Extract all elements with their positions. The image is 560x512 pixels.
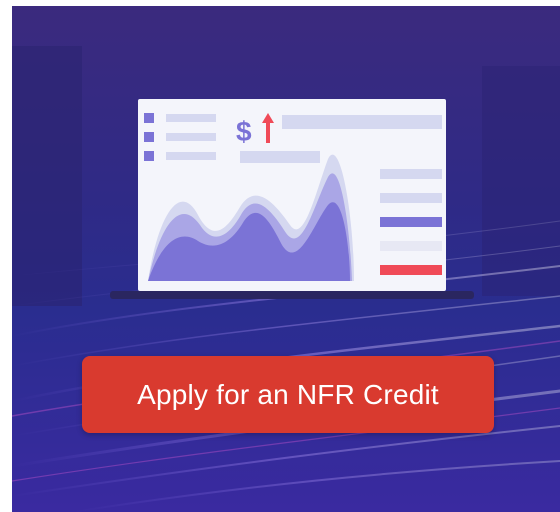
list-line bbox=[166, 114, 216, 122]
legend-line bbox=[380, 217, 442, 227]
laptop-base bbox=[110, 291, 474, 299]
list-bullet-icon bbox=[144, 132, 154, 142]
list-bullet-icon bbox=[144, 113, 154, 123]
dollar-icon: $ bbox=[236, 116, 252, 147]
subheader-line bbox=[240, 151, 320, 163]
list-bullet-icon bbox=[144, 151, 154, 161]
header-line bbox=[282, 115, 442, 129]
apply-nfr-credit-button[interactable]: Apply for an NFR Credit bbox=[82, 356, 494, 433]
legend-line bbox=[380, 193, 442, 203]
legend-line bbox=[380, 265, 442, 275]
hero-banner: $ Apply for an NFR Credit bbox=[12, 6, 560, 512]
list-line bbox=[166, 133, 216, 141]
list-line bbox=[166, 152, 216, 160]
laptop-illustration: $ bbox=[110, 99, 474, 299]
legend-line bbox=[380, 241, 442, 251]
legend-line bbox=[380, 169, 442, 179]
